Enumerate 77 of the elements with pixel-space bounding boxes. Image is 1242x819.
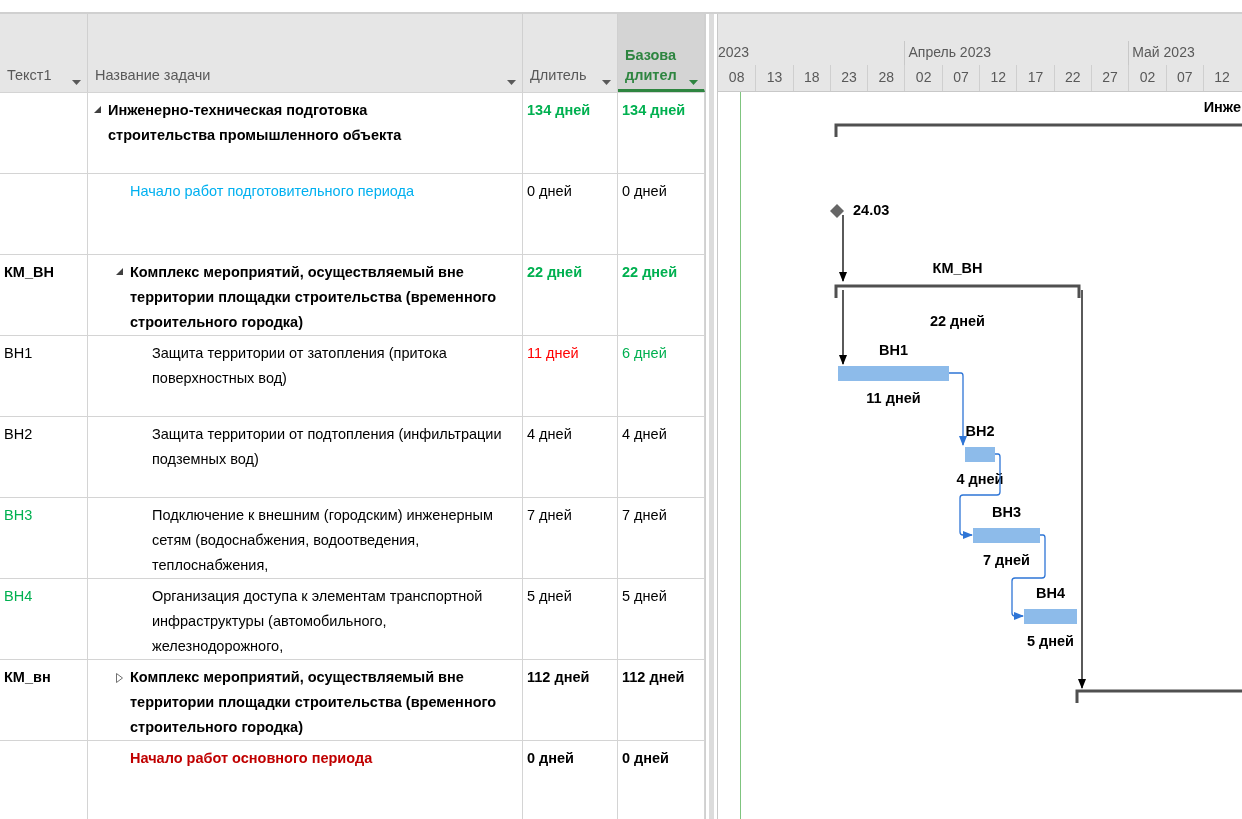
date-label: 24.03 bbox=[853, 202, 890, 218]
duration-cell: 0 дней bbox=[527, 750, 575, 766]
dropdown-caret-icon[interactable] bbox=[602, 80, 611, 85]
duration-label: 4 дней bbox=[956, 471, 1004, 487]
day-label: 13 bbox=[755, 65, 793, 91]
duration-cell: 112 дней bbox=[527, 669, 590, 685]
task-name: Начало работ подготовительного периода bbox=[130, 182, 415, 201]
bar-label: КМ_ВН bbox=[932, 260, 983, 276]
duration-cell: 22 дней bbox=[527, 264, 583, 280]
duration-cell: 7 дней bbox=[527, 507, 572, 523]
task-name: Инженерно-техническая подготовка строительства промышленного объекта bbox=[108, 101, 403, 145]
summary-bar[interactable] bbox=[834, 123, 1242, 137]
collapse-triangle-icon[interactable] bbox=[93, 106, 101, 113]
baseline-duration-cell: 6 дней bbox=[622, 345, 667, 361]
column-header[interactable]: Название задачи bbox=[88, 14, 523, 92]
table-cell: ВН2 bbox=[4, 426, 33, 442]
dropdown-caret-icon[interactable] bbox=[689, 80, 698, 85]
task-name: Организация доступа к элементам транспортной инфраструктуры (автомобильного, железнодорожного, bbox=[152, 587, 484, 656]
day-label: 02 bbox=[904, 65, 942, 91]
day-label: 12 bbox=[979, 65, 1017, 91]
duration-cell: 134 дней bbox=[527, 102, 591, 118]
day-label: 17 bbox=[1016, 65, 1054, 91]
baseline-duration-cell: 0 дней bbox=[622, 183, 667, 199]
baseline-duration-cell: 7 дней bbox=[622, 507, 667, 523]
summary-bar[interactable] bbox=[1075, 689, 1242, 703]
day-label: 07 bbox=[941, 65, 980, 91]
duration-cell: 5 дней bbox=[527, 588, 572, 604]
bar-label: ВН2 bbox=[965, 423, 995, 439]
duration-label: 7 дней bbox=[983, 552, 1030, 568]
bar-label: Инже bbox=[1203, 99, 1241, 115]
table-cell: КМ_ВН bbox=[4, 264, 54, 280]
baseline-duration-cell: 22 дней bbox=[622, 264, 678, 280]
day-label: 18 bbox=[792, 65, 830, 91]
bar-label: ВН1 bbox=[879, 342, 908, 358]
duration-cell: 11 дней bbox=[527, 345, 579, 361]
day-label: 12 bbox=[1202, 65, 1241, 91]
day-label: 23 bbox=[829, 65, 868, 91]
duration-cell: 4 дней bbox=[527, 426, 572, 442]
month-label: 2023 bbox=[718, 43, 751, 62]
duration-label: 11 дней bbox=[866, 390, 921, 406]
table-cell: ВН3 bbox=[4, 507, 33, 523]
dependency-arrow bbox=[839, 214, 847, 282]
month-label: Апрель 2023 bbox=[904, 41, 1129, 65]
task-name: Подключение к внешним (городским) инженерным сетям (водоснабжения, водоотведения, теплоснабжения, bbox=[152, 506, 494, 575]
day-label: 07 bbox=[1165, 65, 1203, 91]
column-header[interactable]: Текст1 bbox=[0, 14, 88, 92]
day-label: 22 bbox=[1053, 65, 1091, 91]
collapse-triangle-icon[interactable] bbox=[115, 268, 123, 275]
bar-label: ВН4 bbox=[1036, 585, 1065, 601]
column-header[interactable]: Базова длител bbox=[618, 14, 705, 92]
table-cell: ВН4 bbox=[4, 588, 33, 604]
bar-label: ВН3 bbox=[992, 504, 1021, 520]
day-label: 27 bbox=[1090, 65, 1129, 91]
duration-label: 22 дней bbox=[929, 313, 986, 329]
baseline-duration-cell: 5 дней bbox=[622, 588, 667, 604]
duration-cell: 0 дней bbox=[527, 183, 572, 199]
milestone-diamond-icon[interactable] bbox=[830, 204, 844, 218]
summary-bar[interactable] bbox=[834, 284, 1081, 298]
month-label: Май 2023 bbox=[1128, 41, 1241, 65]
dropdown-caret-icon[interactable] bbox=[507, 80, 516, 85]
task-name: Комплекс мероприятий, осуществляемый вне территории площадки строительства (временного строительного городка) bbox=[130, 263, 498, 332]
table-cell: КМ_вн bbox=[4, 669, 51, 685]
task-name: Защита территории от затопления (притока поверхностных вод) bbox=[152, 344, 448, 388]
baseline-duration-cell: 0 дней bbox=[622, 750, 670, 766]
day-label: 02 bbox=[1128, 65, 1166, 91]
task-name: Защита территории от подтопления (инфильтрации подземных вод) bbox=[152, 425, 503, 469]
duration-label: 5 дней bbox=[1027, 633, 1074, 649]
expand-triangle-icon[interactable] bbox=[115, 673, 123, 683]
task-name: Начало работ основного периода bbox=[130, 749, 373, 768]
dropdown-caret-icon[interactable] bbox=[72, 80, 81, 85]
task-name: Комплекс мероприятий, осуществляемый вне территории площадки строительства (временного строительного городка) bbox=[130, 668, 498, 737]
day-label: 08 bbox=[727, 68, 746, 87]
baseline-duration-cell: 112 дней bbox=[622, 669, 685, 685]
baseline-duration-cell: 134 дней bbox=[622, 102, 686, 118]
table-cell: ВН1 bbox=[4, 345, 33, 361]
baseline-duration-cell: 4 дней bbox=[622, 426, 667, 442]
day-label: 28 bbox=[867, 65, 905, 91]
